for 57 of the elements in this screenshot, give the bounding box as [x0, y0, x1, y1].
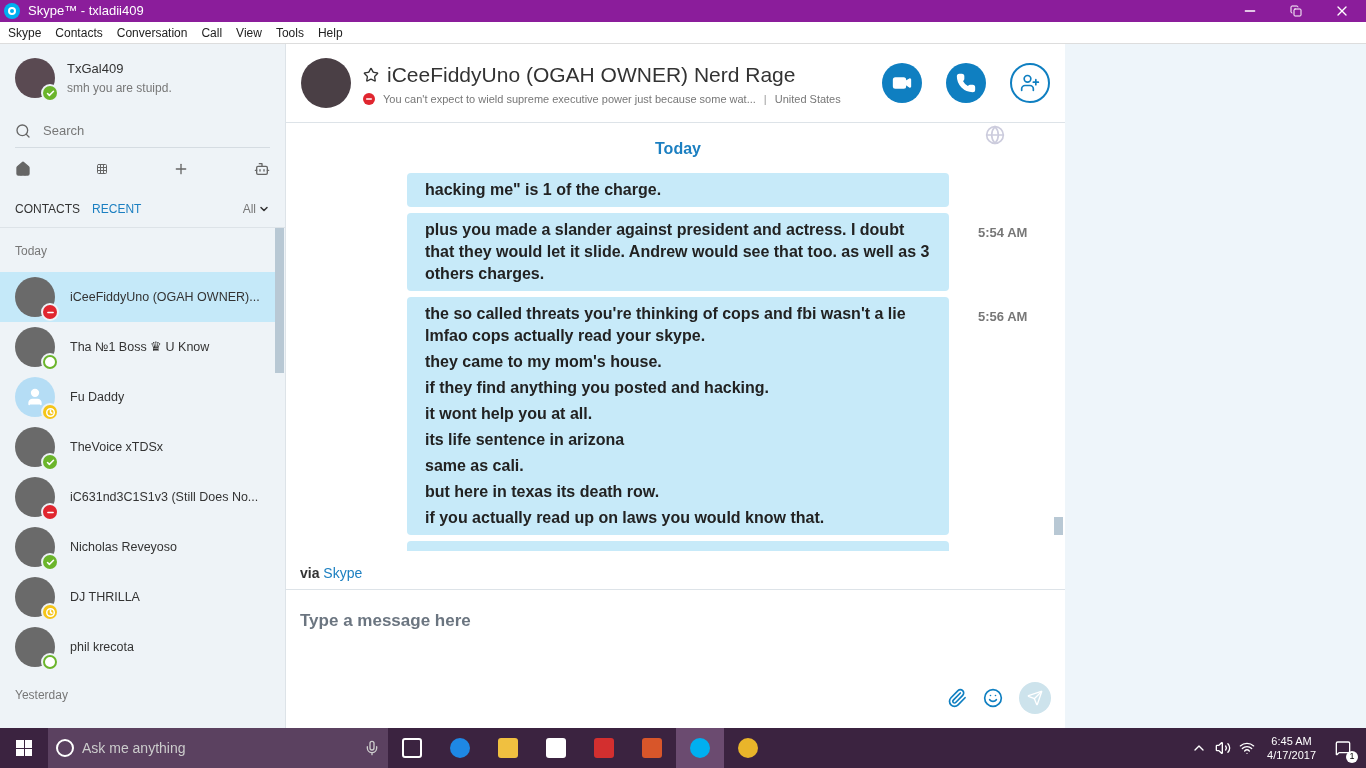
location: United States: [774, 91, 841, 107]
clock-date: 4/17/2017: [1267, 748, 1316, 762]
message-text: hacking me" is 1 of the charge.: [425, 180, 663, 200]
message-time: 5:54 AM: [978, 224, 1028, 242]
menu-item[interactable]: View: [236, 23, 262, 42]
contact-name: TheVoice xTDSx: [70, 438, 164, 456]
contact-name: iC631nd3C1S1v3 (Still Does No...: [70, 488, 259, 506]
window-title: Skype™ - txladii409: [28, 2, 144, 21]
contact-item[interactable]: Fu Daddy: [0, 372, 275, 422]
message-text: if they find anything you posted and hacking.: [425, 378, 770, 398]
notification-count: 1: [1346, 751, 1358, 763]
contact-name: Tha №1 Boss ♛ U Know: [70, 338, 210, 356]
taskbar-search-box[interactable]: Ask me anything: [48, 728, 388, 768]
clock-time: 6:45 AM: [1271, 734, 1312, 748]
message-text: if you actually read up on laws you would know that.: [425, 508, 826, 528]
filter-dropdown[interactable]: All: [242, 199, 270, 218]
message-text: same as cali.: [425, 456, 525, 476]
message-text: the so called threats you're thinking of cops and fbi wasn't a lie lmfao cops actually read your skype.: [425, 304, 907, 346]
day-label: Today: [655, 139, 701, 159]
message-input[interactable]: Type a message here: [300, 608, 1051, 634]
message-text: they came to my mom's house.: [425, 352, 663, 372]
mood-message: You can't expect to wield supreme executive power just because some wat...: [383, 91, 756, 107]
message-time: 5:56 AM: [978, 308, 1028, 326]
contact-name: Fu Daddy: [70, 388, 125, 406]
skype-link[interactable]: Skype: [323, 565, 363, 581]
search-field[interactable]: Search: [43, 120, 270, 141]
menu-item[interactable]: Help: [317, 23, 343, 42]
message-text: its life sentence in arizona: [425, 430, 626, 450]
message-text: it wont help you at all.: [425, 404, 594, 424]
menu-item[interactable]: Conversation: [116, 23, 188, 42]
separator: |: [763, 91, 767, 107]
group-label: Today: [14, 243, 49, 260]
contact-item[interactable]: iC631nd3C1S1v3 (Still Does No...: [0, 472, 275, 522]
taskbar-search-field[interactable]: Ask me anything: [82, 737, 356, 759]
profile-name: TxGal409: [67, 60, 125, 79]
contact-name: DJ THRILLA: [70, 588, 140, 606]
contact-name: iCeeFiddyUno (OGAH OWNER)...: [70, 288, 260, 306]
group-label: Yesterday: [14, 687, 69, 704]
contact-item[interactable]: phil krecota: [0, 622, 275, 672]
menu-item[interactable]: Skype: [8, 23, 42, 42]
message-text: but here in texas its death row.: [425, 482, 661, 502]
menu-item[interactable]: Call: [201, 23, 223, 42]
contact-item[interactable]: Tha №1 Boss ♛ U Know: [0, 322, 275, 372]
contact-item[interactable]: Nicholas Reveyoso: [0, 522, 275, 572]
menu-item[interactable]: Contacts: [55, 23, 103, 42]
profile-mood: smh you are stuipd.: [67, 79, 172, 97]
via-label: via: [300, 565, 321, 581]
contact-item[interactable]: DJ THRILLA: [0, 572, 275, 622]
menu-item[interactable]: Tools: [275, 23, 304, 42]
contact-item[interactable]: iCeeFiddyUno (OGAH OWNER)...: [0, 272, 275, 322]
list-tab[interactable]: CONTACTS: [15, 199, 81, 218]
contact-item[interactable]: TheVoice xTDSx: [0, 422, 275, 472]
list-tab[interactable]: RECENT: [92, 199, 142, 218]
contact-name: phil krecota: [70, 638, 134, 656]
contact-name: Nicholas Reveyoso: [70, 538, 177, 556]
conversation-title: iCeeFiddyUno (OGAH OWNER) Nerd Rage: [387, 62, 796, 88]
message-text: plus you made a slander against president and actress. I doubt that they would let it slide. Andrew would see that too. as well as 3 others charges.: [425, 220, 931, 284]
